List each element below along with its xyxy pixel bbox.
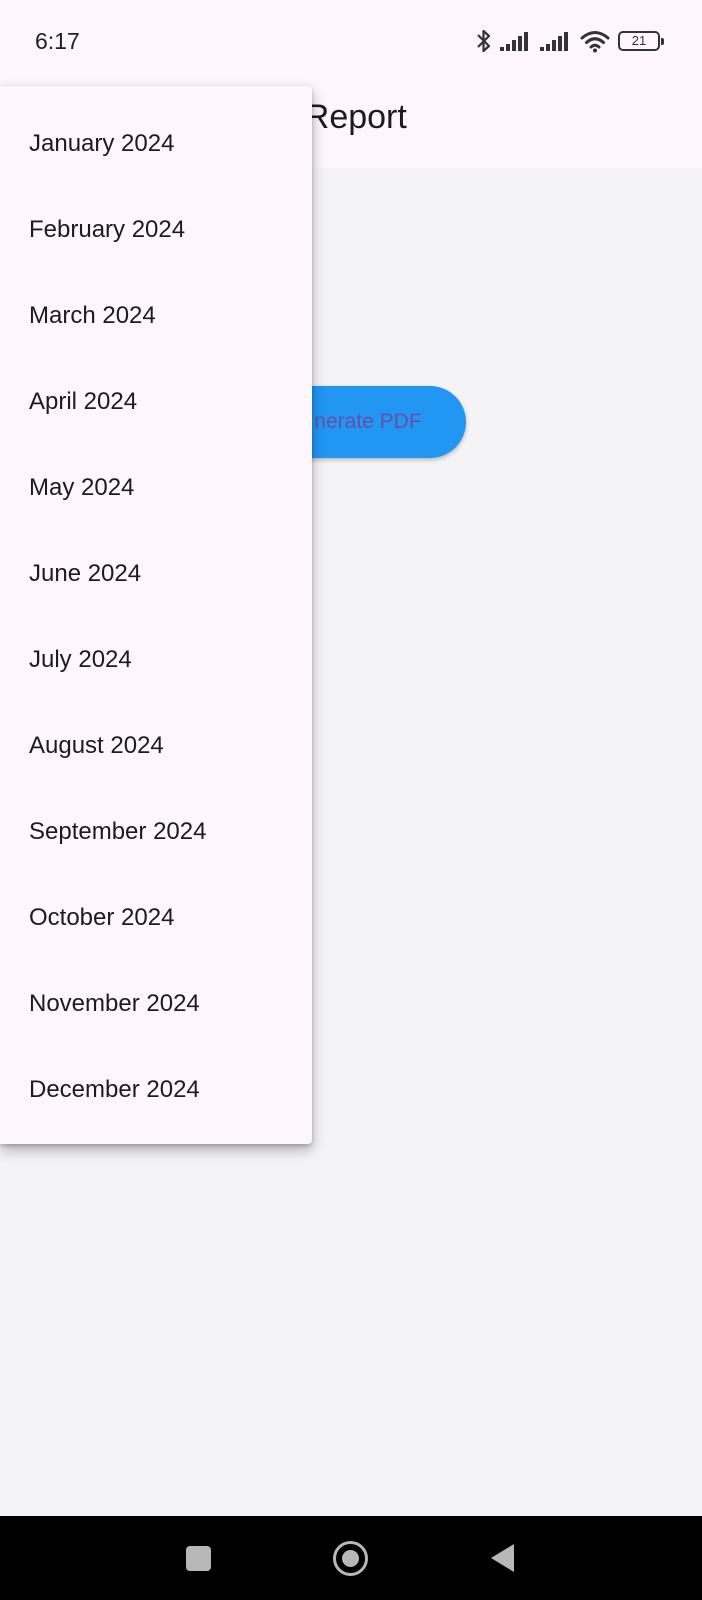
battery-icon: 21	[618, 31, 664, 51]
menu-item-february-2024[interactable]: February 2024	[0, 187, 312, 273]
menu-item-may-2024[interactable]: May 2024	[0, 445, 312, 531]
wifi-icon	[580, 29, 610, 53]
signal-icon	[540, 30, 572, 52]
status-time: 6:17	[35, 28, 80, 54]
bluetooth-icon	[476, 28, 492, 54]
menu-item-october-2024[interactable]: October 2024	[0, 875, 312, 961]
menu-item-april-2024[interactable]: April 2024	[0, 359, 312, 445]
status-icons: 21	[476, 26, 664, 56]
menu-item-august-2024[interactable]: August 2024	[0, 703, 312, 789]
menu-item-march-2024[interactable]: March 2024	[0, 273, 312, 359]
menu-item-september-2024[interactable]: September 2024	[0, 789, 312, 875]
menu-item-june-2024[interactable]: June 2024	[0, 531, 312, 617]
menu-item-december-2024[interactable]: December 2024	[0, 1047, 312, 1133]
menu-item-july-2024[interactable]: July 2024	[0, 617, 312, 703]
home-icon[interactable]	[333, 1541, 368, 1576]
menu-item-january-2024[interactable]: January 2024	[0, 101, 312, 187]
recents-icon[interactable]	[186, 1546, 211, 1571]
signal-icon	[500, 30, 532, 52]
back-icon[interactable]	[491, 1544, 514, 1572]
menu-item-november-2024[interactable]: November 2024	[0, 961, 312, 1047]
month-dropdown-menu: January 2024 February 2024 March 2024 Ap…	[0, 86, 312, 1144]
status-bar: 6:17 21	[0, 0, 702, 84]
navigation-bar	[0, 1516, 702, 1600]
